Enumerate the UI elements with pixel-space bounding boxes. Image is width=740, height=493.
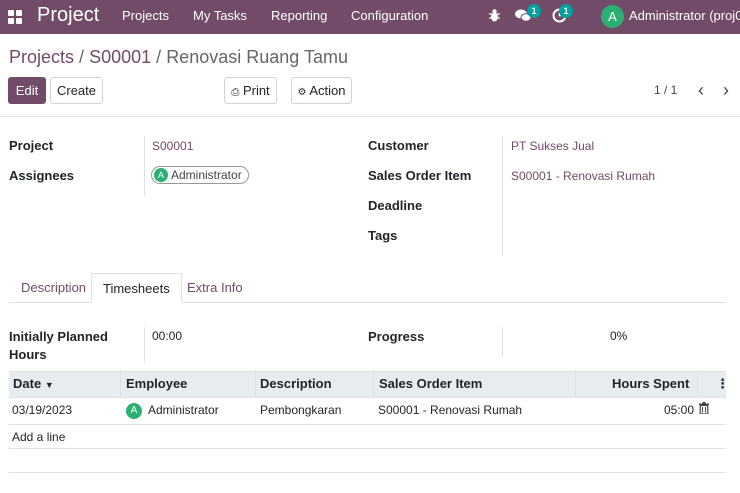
assignees-label: Assignees bbox=[9, 168, 75, 183]
app-brand[interactable]: Project bbox=[37, 4, 99, 27]
menu-my-tasks[interactable]: My Tasks bbox=[193, 8, 247, 23]
column-employee[interactable]: Employee bbox=[126, 376, 187, 391]
printer-icon: ⎙ bbox=[231, 87, 240, 98]
row-hours-spent[interactable]: 05:00 bbox=[664, 403, 694, 417]
row-divider bbox=[9, 448, 726, 449]
planned-hours-label-line1: Initially Planned bbox=[9, 329, 108, 344]
row-divider bbox=[9, 424, 726, 425]
debug-bug-icon[interactable] bbox=[488, 8, 501, 26]
column-options-icon[interactable]: ⋮ bbox=[716, 376, 729, 392]
column-description[interactable]: Description bbox=[260, 376, 332, 391]
column-sales-order-item[interactable]: Sales Order Item bbox=[379, 376, 482, 391]
pager-next-icon[interactable]: › bbox=[723, 80, 729, 101]
breadcrumb-current: Renovasi Ruang Tamu bbox=[166, 47, 348, 67]
tags-label: Tags bbox=[368, 228, 398, 243]
apps-menu-icon[interactable] bbox=[8, 10, 22, 24]
column-separator bbox=[697, 371, 698, 398]
progress-value: 0% bbox=[610, 329, 628, 343]
assignee-tag[interactable]: A Administrator bbox=[151, 166, 249, 184]
tab-extra-info[interactable]: Extra Info bbox=[176, 273, 254, 303]
column-separator bbox=[255, 371, 256, 398]
sales-order-item-field[interactable]: S00001 - Renovasi Rumah bbox=[511, 169, 655, 183]
pager-previous-icon[interactable]: ‹ bbox=[698, 80, 704, 101]
progress-label: Progress bbox=[368, 329, 425, 344]
messages-badge: 1 bbox=[527, 4, 541, 18]
planned-hours-label-line2: Hours bbox=[9, 347, 47, 362]
column-separator bbox=[373, 371, 374, 398]
row-sales-order-item[interactable]: S00001 - Renovasi Rumah bbox=[378, 403, 522, 417]
customer-field[interactable]: PT Sukses Jual bbox=[511, 139, 594, 153]
breadcrumb-separator: / bbox=[79, 47, 85, 67]
employee-avatar: A bbox=[126, 403, 142, 419]
user-menu[interactable]: Administrator (proj01) bbox=[629, 8, 740, 23]
action-button[interactable]: ⚙ Action bbox=[291, 77, 352, 104]
field-divider bbox=[502, 327, 503, 357]
control-panel-divider bbox=[0, 116, 740, 117]
column-date[interactable]: Date ▼ bbox=[13, 376, 54, 391]
sort-caret-down-icon: ▼ bbox=[44, 380, 54, 390]
gear-icon: ⚙ bbox=[297, 87, 307, 98]
row-divider bbox=[9, 472, 726, 473]
print-button[interactable]: ⎙ Print bbox=[224, 77, 277, 104]
delete-trash-icon[interactable] bbox=[699, 402, 709, 417]
planned-hours-value[interactable]: 00:00 bbox=[152, 329, 182, 343]
field-divider bbox=[144, 136, 145, 196]
action-label: Action bbox=[309, 83, 346, 98]
project-field[interactable]: S00001 bbox=[152, 139, 193, 153]
top-navbar: Project Projects My Tasks Reporting Conf… bbox=[0, 0, 740, 34]
row-description[interactable]: Pembongkaran bbox=[260, 403, 341, 417]
column-separator bbox=[120, 371, 121, 398]
create-button[interactable]: Create bbox=[50, 77, 103, 104]
column-hours-spent[interactable]: Hours Spent bbox=[612, 376, 689, 391]
assignee-name: Administrator bbox=[171, 168, 242, 182]
print-label: Print bbox=[242, 83, 270, 98]
activity-badge: 1 bbox=[559, 4, 573, 18]
tab-description[interactable]: Description bbox=[10, 273, 97, 303]
menu-reporting[interactable]: Reporting bbox=[271, 8, 327, 23]
breadcrumb-separator: / bbox=[156, 47, 162, 67]
breadcrumb: Projects / S00001 / Renovasi Ruang Tamu bbox=[9, 47, 348, 68]
add-a-line-link[interactable]: Add a line bbox=[12, 430, 65, 444]
project-label: Project bbox=[9, 138, 54, 153]
tab-timesheets[interactable]: Timesheets bbox=[91, 273, 182, 303]
row-date[interactable]: 03/19/2023 bbox=[12, 403, 72, 417]
field-divider bbox=[144, 327, 145, 363]
field-divider bbox=[502, 136, 503, 256]
menu-projects[interactable]: Projects bbox=[122, 8, 169, 23]
deadline-label: Deadline bbox=[368, 198, 423, 213]
column-separator bbox=[575, 371, 576, 398]
customer-label: Customer bbox=[368, 138, 429, 153]
column-date-label: Date bbox=[13, 376, 42, 391]
menu-configuration[interactable]: Configuration bbox=[351, 8, 428, 23]
edit-button[interactable]: Edit bbox=[8, 77, 46, 104]
breadcrumb-project[interactable]: S00001 bbox=[89, 47, 151, 67]
pager-value[interactable]: 1 / 1 bbox=[654, 83, 677, 97]
sales-order-item-label: Sales Order Item bbox=[368, 168, 472, 183]
row-employee[interactable]: Administrator bbox=[148, 403, 219, 417]
user-avatar[interactable]: A bbox=[601, 5, 624, 28]
breadcrumb-projects[interactable]: Projects bbox=[9, 47, 74, 67]
assignee-avatar: A bbox=[154, 168, 168, 182]
